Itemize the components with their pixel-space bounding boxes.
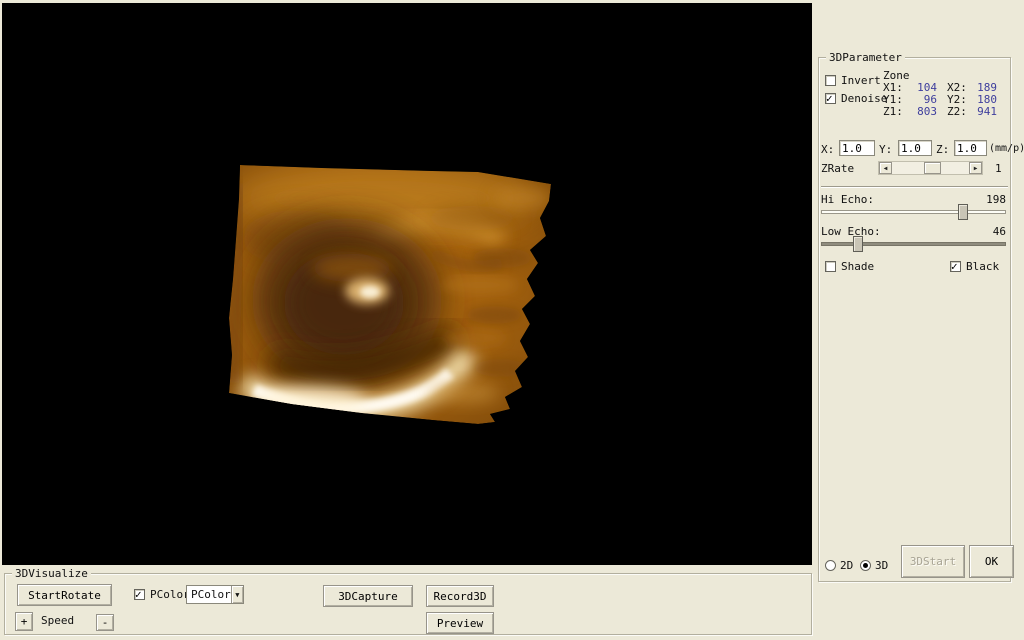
record-3d-button[interactable]: Record3D [426, 585, 494, 607]
black-label: Black [966, 260, 1000, 273]
start-3d-button[interactable]: 3DStart [901, 545, 965, 578]
low-echo-label: Low Echo: [821, 225, 881, 238]
app-window: 3DParameter Invert Denoise Zone X1: 104 … [0, 0, 1024, 640]
zrate-value: 1 [995, 162, 1002, 175]
denoise-checkbox[interactable] [825, 92, 836, 105]
mode-3d-label: 3D [875, 559, 889, 572]
zone-z1-value: 803 [917, 105, 937, 118]
shade-label: Shade [841, 260, 875, 273]
speed-minus-button[interactable]: - [96, 614, 114, 631]
zone-z2-value: 941 [977, 105, 997, 118]
invert-label: Invert [841, 74, 881, 87]
visualize-groupbox: 3DVisualize StartRotate PColor PColor ▼ … [4, 567, 812, 635]
pcolor-dropdown-value: PColor [191, 588, 231, 601]
denoise-label: Denoise [841, 92, 888, 105]
mode-3d-radio[interactable] [860, 560, 871, 571]
hi-echo-value: 198 [986, 193, 1006, 206]
panel-separator [821, 186, 1008, 188]
scale-z-input[interactable] [954, 140, 987, 156]
pcolor-checkbox[interactable] [134, 588, 145, 601]
speed-plus-button[interactable]: + [15, 612, 33, 631]
mode-2d-radio[interactable] [825, 560, 836, 571]
scale-z-label: Z: [936, 143, 950, 156]
visualize-group-title: 3DVisualize [12, 567, 91, 580]
capture-3d-button[interactable]: 3DCapture [323, 585, 413, 607]
zone-z1-label: Z1: [883, 105, 903, 118]
parameter-groupbox: 3DParameter Invert Denoise Zone X1: 104 … [818, 51, 1024, 582]
hi-echo-label: Hi Echo: [821, 193, 874, 206]
preview-button[interactable]: Preview [426, 612, 494, 634]
scale-unit-label: (mm/p) [989, 143, 1024, 154]
dropdown-arrow-icon[interactable]: ▼ [230, 586, 243, 603]
ultrasound-volume-render [229, 165, 551, 424]
mode-2d-label: 2D [840, 559, 854, 572]
start-rotate-button[interactable]: StartRotate [17, 584, 112, 606]
hi-echo-slider-thumb[interactable] [958, 204, 968, 220]
zrate-scrollbar[interactable]: ◀ ▶ [878, 161, 983, 175]
zone-z2-label: Z2: [947, 105, 967, 118]
invert-checkbox[interactable] [825, 75, 836, 86]
zrate-label: ZRate [821, 162, 855, 175]
render-viewport[interactable] [2, 3, 812, 565]
parameter-group-title: 3DParameter [826, 51, 905, 64]
scale-x-label: X: [821, 143, 835, 156]
pcolor-label: PColor [150, 588, 190, 601]
scale-y-input[interactable] [898, 140, 932, 156]
shade-checkbox[interactable] [825, 261, 836, 272]
low-echo-value: 46 [992, 225, 1006, 238]
zrate-scroll-thumb[interactable] [924, 162, 941, 174]
ok-button[interactable]: OK [969, 545, 1014, 578]
scale-y-label: Y: [879, 143, 893, 156]
pcolor-dropdown[interactable]: PColor ▼ [186, 585, 244, 604]
speed-label: Speed [41, 614, 75, 627]
low-echo-slider-thumb[interactable] [853, 236, 863, 252]
hi-echo-track[interactable] [821, 210, 1006, 214]
zrate-scroll-right-icon[interactable]: ▶ [969, 162, 982, 174]
zrate-scroll-left-icon[interactable]: ◀ [879, 162, 892, 174]
scale-x-input[interactable] [839, 140, 875, 156]
black-checkbox[interactable] [950, 260, 961, 273]
low-echo-track[interactable] [821, 242, 1006, 246]
